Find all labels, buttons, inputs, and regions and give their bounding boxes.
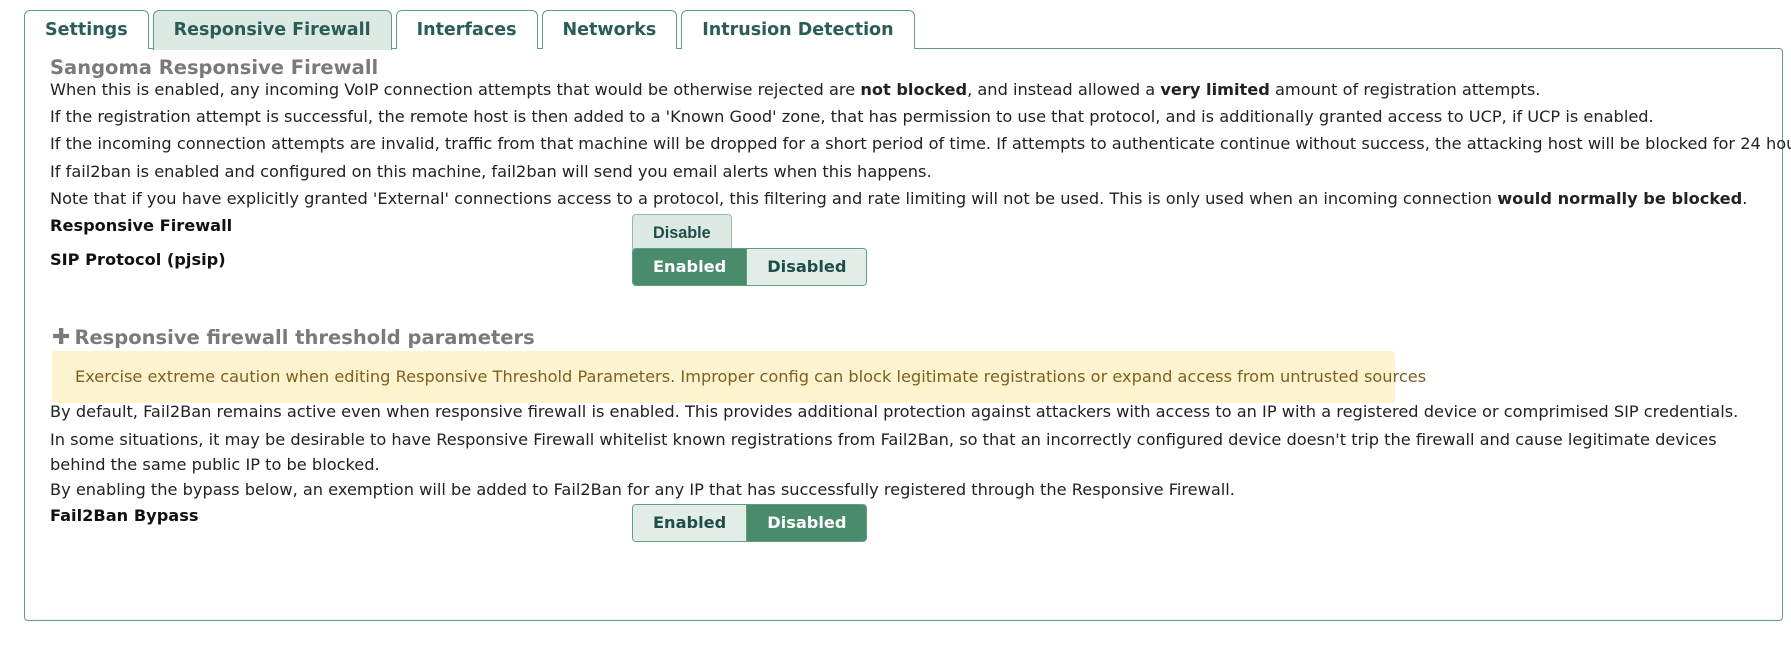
emphasis-would-normally-be-blocked: would normally be blocked <box>1497 189 1743 208</box>
emphasis-not-blocked: not blocked <box>860 80 968 99</box>
description-paragraph-1: When this is enabled, any incoming VoIP … <box>50 77 1540 102</box>
tab-interfaces[interactable]: Interfaces <box>395 10 538 49</box>
section-title: Sangoma Responsive Firewall <box>50 56 379 79</box>
disable-responsive-firewall-button[interactable]: Disable <box>632 214 732 252</box>
fail2ban-paragraph-2: In some situations, it may be desirable … <box>50 430 1717 474</box>
tab-intrusion-detection[interactable]: Intrusion Detection <box>681 10 915 49</box>
tab-responsive-firewall[interactable]: Responsive Firewall <box>152 10 392 50</box>
threshold-warning-alert: Exercise extreme caution when editing Re… <box>52 351 1426 403</box>
threshold-parameters-toggle[interactable]: ✚ Responsive firewall threshold paramete… <box>52 326 535 349</box>
responsive-firewall-label: Responsive Firewall <box>50 216 233 235</box>
fail2ban-bypass-label: Fail2Ban Bypass <box>50 506 199 525</box>
plus-icon: ✚ <box>52 324 71 350</box>
tab-bar: Settings Responsive Firewall Interfaces … <box>24 10 915 50</box>
emphasis-very-limited: very limited <box>1160 80 1270 99</box>
text: Note that if you have explicitly granted… <box>50 189 1498 208</box>
description-paragraph-3: If the incoming connection attempts are … <box>50 134 1791 153</box>
tab-settings[interactable]: Settings <box>24 10 149 49</box>
description-paragraph-5: Note that if you have explicitly granted… <box>50 186 1747 211</box>
text: . <box>1742 189 1748 208</box>
text: , and instead allowed a <box>967 80 1161 99</box>
fail2ban-enabled-button[interactable]: Enabled <box>633 505 747 541</box>
text: When this is enabled, any incoming VoIP … <box>50 80 861 99</box>
tab-networks[interactable]: Networks <box>541 10 678 49</box>
fail2ban-bypass-toggle: Enabled Disabled <box>632 504 868 542</box>
tab-panel: Sangoma Responsive Firewall When this is… <box>24 48 1791 621</box>
description-paragraph-4: If fail2ban is enabled and configured on… <box>50 162 932 181</box>
fail2ban-disabled-button[interactable]: Disabled <box>746 505 867 541</box>
sip-protocol-toggle: Enabled Disabled <box>632 248 868 286</box>
fail2ban-paragraph-3: By enabling the bypass below, an exempti… <box>50 480 1235 499</box>
sip-enabled-button[interactable]: Enabled <box>633 249 747 285</box>
sip-protocol-label: SIP Protocol (pjsip) <box>50 250 226 269</box>
threshold-parameters-title: Responsive firewall threshold parameters <box>74 326 535 349</box>
sip-disabled-button[interactable]: Disabled <box>746 249 867 285</box>
fail2ban-paragraph-1: By default, Fail2Ban remains active even… <box>50 402 1739 421</box>
text: amount of registration attempts. <box>1269 80 1541 99</box>
description-paragraph-2: If the registration attempt is successfu… <box>50 107 1654 126</box>
